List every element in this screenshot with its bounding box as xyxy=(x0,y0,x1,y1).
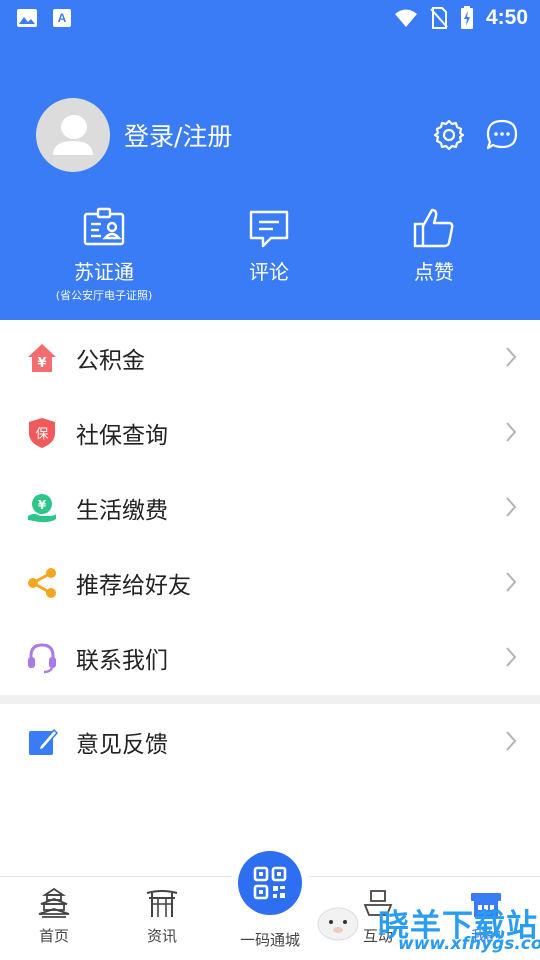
settings-gear-icon[interactable] xyxy=(432,118,466,152)
profile-header: A 4:50 登录/注册 苏证通 (省公安厅电子证照) 评论 点赞 xyxy=(0,0,540,320)
chevron-right-icon xyxy=(506,497,517,517)
quick-su-zheng-tong-label: 苏证通 xyxy=(74,260,134,284)
image-notification-icon xyxy=(17,9,37,27)
nav-tab-home-label: 首页 xyxy=(38,927,69,945)
svg-text:¥: ¥ xyxy=(37,356,46,371)
no-sim-icon xyxy=(430,7,448,29)
chevron-right-icon xyxy=(506,422,517,442)
id-card-icon xyxy=(83,207,125,246)
qr-button-inner xyxy=(238,851,302,915)
menu-item-utility-payment[interactable]: ¥ 生活缴费 xyxy=(0,470,540,545)
nav-tab-news[interactable]: 资讯 xyxy=(108,877,216,960)
menu-item-label: 联系我们 xyxy=(76,647,168,674)
svg-text:A: A xyxy=(58,11,67,25)
login-area[interactable]: 登录/注册 xyxy=(36,98,232,172)
watermark-url: www.xfhygs.com xyxy=(398,934,540,954)
menu-item-recommend-friend[interactable]: 推荐给好友 xyxy=(0,545,540,620)
svg-text:¥: ¥ xyxy=(38,498,47,512)
wifi-icon xyxy=(394,9,417,27)
menu-item-contact-us[interactable]: 联系我们 xyxy=(0,620,540,695)
yuan-house-icon: ¥ xyxy=(28,344,56,372)
section-divider xyxy=(0,695,540,704)
pagoda-home-icon xyxy=(38,887,70,918)
login-register-link[interactable]: 登录/注册 xyxy=(124,117,232,153)
clock: 4:50 xyxy=(485,6,528,29)
thumbs-up-icon xyxy=(413,208,454,248)
nav-tab-home[interactable]: 首页 xyxy=(0,877,108,960)
message-bubble-icon[interactable] xyxy=(485,118,519,152)
menu-item-label: 意见反馈 xyxy=(76,731,168,758)
comment-icon xyxy=(249,210,289,248)
share-icon xyxy=(28,568,56,598)
status-bar: A 4:50 xyxy=(0,0,540,38)
qr-code-icon xyxy=(253,866,287,900)
nav-tab-one-code-label: 一码通城 xyxy=(239,931,300,949)
one-code-button[interactable] xyxy=(231,844,309,922)
quick-comment[interactable]: 评论 xyxy=(189,206,349,285)
menu-item-housing-fund[interactable]: ¥ 公积金 xyxy=(0,320,540,395)
menu-item-label: 推荐给好友 xyxy=(76,572,191,599)
quick-su-zheng-tong[interactable]: 苏证通 (省公安厅电子证照) xyxy=(24,206,184,303)
chevron-right-icon xyxy=(506,572,517,592)
headset-icon xyxy=(28,643,56,674)
menu-item-social-security[interactable]: 保 社保查询 xyxy=(0,395,540,470)
menu-item-label: 社保查询 xyxy=(76,422,168,449)
menu-item-feedback[interactable]: 意见反馈 xyxy=(0,704,540,779)
shield-bao-icon: 保 xyxy=(29,418,55,448)
service-menu: ¥ 公积金 保 社保查询 ¥ 生活缴费 推荐给好友 联系我们 意见反馈 xyxy=(0,320,540,779)
quick-like[interactable]: 点赞 xyxy=(354,206,514,285)
default-user-icon xyxy=(53,115,93,155)
payment-hand-icon: ¥ xyxy=(28,494,56,523)
chevron-right-icon xyxy=(506,731,517,751)
chevron-right-icon xyxy=(506,647,517,667)
avatar[interactable] xyxy=(36,98,110,172)
menu-item-label: 公积金 xyxy=(76,347,145,374)
feedback-edit-icon xyxy=(29,728,58,755)
gate-news-icon xyxy=(146,890,178,917)
chevron-right-icon xyxy=(506,347,517,367)
battery-charging-icon xyxy=(460,6,473,29)
quick-like-label: 点赞 xyxy=(414,260,454,284)
font-notification-icon: A xyxy=(53,9,71,27)
svg-text:保: 保 xyxy=(35,427,48,442)
quick-su-zheng-tong-sub: (省公安厅电子证照) xyxy=(55,289,153,302)
menu-item-label: 生活缴费 xyxy=(76,497,168,524)
nav-tab-news-label: 资讯 xyxy=(146,927,177,945)
sheep-logo-icon xyxy=(317,907,359,941)
quick-comment-label: 评论 xyxy=(249,260,289,284)
